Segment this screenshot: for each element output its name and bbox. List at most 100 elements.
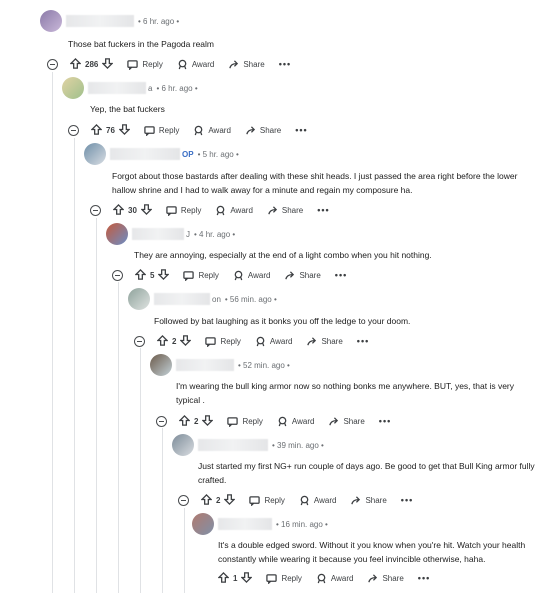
share-button[interactable]: Share — [267, 205, 303, 216]
downvote-icon[interactable] — [223, 493, 237, 507]
comment-header: • 39 min. ago • — [172, 434, 324, 456]
more-options-button[interactable]: ••• — [295, 125, 307, 135]
downvote-icon[interactable] — [157, 268, 171, 282]
avatar[interactable] — [150, 354, 172, 376]
comment-header: J • 4 hr. ago • — [106, 223, 235, 245]
downvote-icon[interactable] — [101, 57, 114, 71]
share-button[interactable]: Share — [284, 270, 321, 281]
more-options-button[interactable]: ••• — [335, 270, 347, 280]
collapse-thread-button[interactable] — [178, 494, 189, 506]
award-button[interactable]: Award — [277, 416, 314, 427]
comment-header: OP • 5 hr. ago • — [84, 143, 239, 165]
thread-line — [96, 218, 97, 593]
more-options-button[interactable]: ••• — [317, 205, 329, 215]
reply-button[interactable]: Reply — [227, 416, 263, 427]
share-button[interactable]: Share — [350, 495, 387, 506]
upvote-icon[interactable] — [112, 203, 125, 217]
username-redacted[interactable] — [132, 228, 184, 240]
share-button[interactable]: Share — [367, 573, 404, 584]
comment-body: Forgot about those bastards after dealin… — [112, 171, 518, 195]
award-button[interactable]: Award — [316, 573, 353, 584]
collapse-thread-button[interactable] — [68, 124, 79, 136]
comment-timestamp: • 5 hr. ago • — [197, 149, 239, 159]
reply-icon — [183, 270, 195, 281]
downvote-icon[interactable] — [118, 123, 131, 137]
award-icon — [317, 573, 326, 583]
thread-line — [140, 348, 141, 593]
reply-button[interactable]: Reply — [205, 336, 241, 347]
comment-header: • 52 min. ago • — [150, 354, 290, 376]
share-button[interactable]: Share — [328, 416, 365, 427]
more-options-button[interactable]: ••• — [279, 59, 291, 69]
collapse-thread-button[interactable] — [112, 269, 123, 281]
more-options-button[interactable]: ••• — [418, 573, 430, 583]
downvote-icon[interactable] — [140, 203, 153, 217]
comment-timestamp: • 6 hr. ago • — [156, 83, 198, 93]
upvote-icon[interactable] — [156, 334, 169, 348]
share-button[interactable]: Share — [228, 59, 265, 70]
thread-line — [118, 282, 119, 593]
more-options-button[interactable]: ••• — [357, 336, 369, 346]
avatar[interactable] — [84, 143, 106, 165]
award-button[interactable]: Award — [177, 59, 214, 70]
upvote-icon[interactable] — [69, 57, 82, 71]
downvote-icon[interactable] — [179, 334, 193, 348]
award-button[interactable]: Award — [299, 495, 336, 506]
avatar[interactable] — [62, 77, 84, 99]
more-options-button[interactable]: ••• — [401, 495, 413, 505]
award-icon — [300, 495, 309, 505]
username-redacted[interactable] — [66, 15, 134, 27]
reply-button[interactable]: Reply — [166, 205, 201, 216]
share-icon — [307, 336, 317, 345]
comment-header: • 6 hr. ago • — [40, 10, 179, 32]
downvote-icon[interactable] — [240, 571, 254, 585]
username-redacted[interactable] — [88, 82, 146, 94]
award-icon — [256, 336, 265, 346]
upvote-icon[interactable] — [90, 123, 103, 137]
award-button[interactable]: Award — [215, 205, 253, 216]
avatar[interactable] — [128, 288, 150, 310]
collapse-thread-button[interactable] — [156, 415, 167, 427]
comment-actions: 2 Reply Award Share ••• — [134, 332, 369, 350]
username-redacted[interactable] — [110, 148, 180, 160]
username-redacted[interactable] — [198, 439, 268, 451]
avatar[interactable] — [172, 434, 194, 456]
username-redacted[interactable] — [176, 359, 234, 371]
downvote-icon[interactable] — [201, 414, 215, 428]
comment-actions: 2 Reply Award Share ••• — [156, 412, 391, 430]
comment-timestamp: • 56 min. ago • — [224, 294, 277, 304]
comment-timestamp: • 52 min. ago • — [238, 360, 290, 370]
avatar[interactable] — [40, 10, 62, 32]
share-button[interactable]: Share — [306, 336, 343, 347]
award-button[interactable]: Award — [255, 336, 292, 347]
reply-button[interactable]: Reply — [144, 125, 179, 136]
comment-timestamp: • 16 min. ago • — [276, 519, 328, 529]
upvote-icon[interactable] — [178, 414, 191, 428]
collapse-thread-button[interactable] — [90, 204, 101, 216]
comment-body: Just started my first NG+ run couple of … — [198, 461, 535, 485]
reply-button[interactable]: Reply — [249, 495, 285, 506]
comment-body: It's a double edged sword. Without it yo… — [218, 540, 526, 564]
more-options-button[interactable]: ••• — [379, 416, 391, 426]
avatar[interactable] — [106, 223, 128, 245]
username-redacted[interactable] — [218, 518, 272, 530]
reply-button[interactable]: Reply — [266, 573, 302, 584]
share-icon — [368, 573, 378, 582]
award-icon — [217, 205, 225, 215]
share-icon — [268, 205, 277, 214]
upvote-icon[interactable] — [217, 571, 230, 585]
upvote-icon[interactable] — [200, 493, 213, 507]
award-button[interactable]: Award — [233, 270, 270, 281]
collapse-thread-button[interactable] — [47, 58, 58, 70]
avatar[interactable] — [192, 513, 214, 535]
username-redacted[interactable] — [154, 293, 210, 305]
upvote-icon[interactable] — [134, 268, 147, 282]
award-button[interactable]: Award — [193, 125, 231, 136]
share-button[interactable]: Share — [245, 125, 281, 136]
username-fragment: a — [148, 83, 153, 93]
collapse-thread-button[interactable] — [134, 335, 145, 347]
thread-line — [184, 508, 185, 593]
reply-button[interactable]: Reply — [127, 59, 163, 70]
reply-button[interactable]: Reply — [183, 270, 219, 281]
award-icon — [234, 270, 243, 280]
